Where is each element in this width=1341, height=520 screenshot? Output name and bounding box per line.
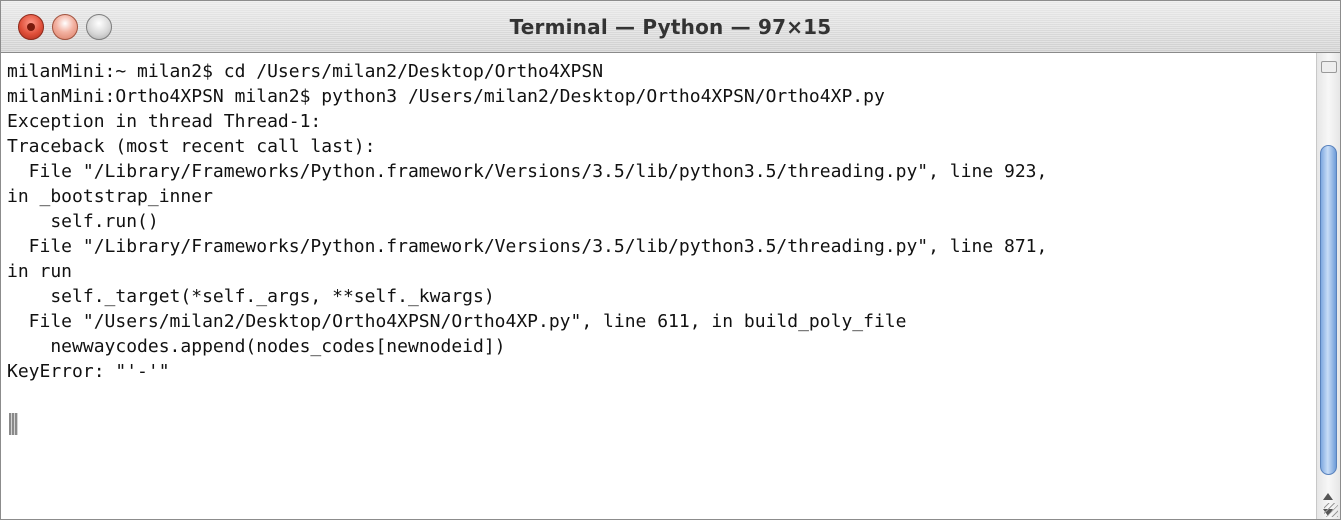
terminal-line: milanMini:~ milan2$ cd /Users/milan2/Des…	[7, 61, 604, 82]
terminal-output[interactable]: milanMini:~ milan2$ cd /Users/milan2/Des…	[1, 53, 1316, 519]
terminal-window: Terminal — Python — 97×15 milanMini:~ mi…	[0, 0, 1341, 520]
terminal-line: File "/Library/Frameworks/Python.framewo…	[7, 161, 1048, 182]
terminal-line: File "/Users/milan2/Desktop/Ortho4XPSN/O…	[7, 311, 907, 332]
split-pane-icon[interactable]	[1321, 61, 1337, 73]
window-title: Terminal — Python — 97×15	[509, 15, 832, 39]
scroll-up-icon[interactable]	[1323, 493, 1333, 500]
resize-grip-icon[interactable]	[1324, 503, 1338, 517]
terminal-line: milanMini:Ortho4XPSN milan2$ python3 /Us…	[7, 86, 885, 107]
terminal-line: Traceback (most recent call last):	[7, 136, 376, 157]
terminal-line: newwaycodes.append(nodes_codes[newnodeid…	[7, 336, 506, 357]
terminal-line: File "/Library/Frameworks/Python.framewo…	[7, 236, 1048, 257]
scrollbar-thumb[interactable]	[1320, 145, 1337, 475]
terminal-line: Exception in thread Thread-1:	[7, 111, 322, 132]
terminal-line: KeyError: "'-'"	[7, 361, 170, 382]
terminal-line: self._target(*self._args, **self._kwargs…	[7, 286, 495, 307]
terminal-line: self.run()	[7, 211, 159, 232]
cursor-block	[9, 413, 18, 435]
terminal-line: in _bootstrap_inner	[7, 186, 213, 207]
title-bar[interactable]: Terminal — Python — 97×15	[1, 1, 1340, 53]
prompt-line	[7, 409, 1316, 435]
terminal-line: in run	[7, 261, 73, 282]
vertical-scrollbar[interactable]	[1316, 53, 1340, 519]
